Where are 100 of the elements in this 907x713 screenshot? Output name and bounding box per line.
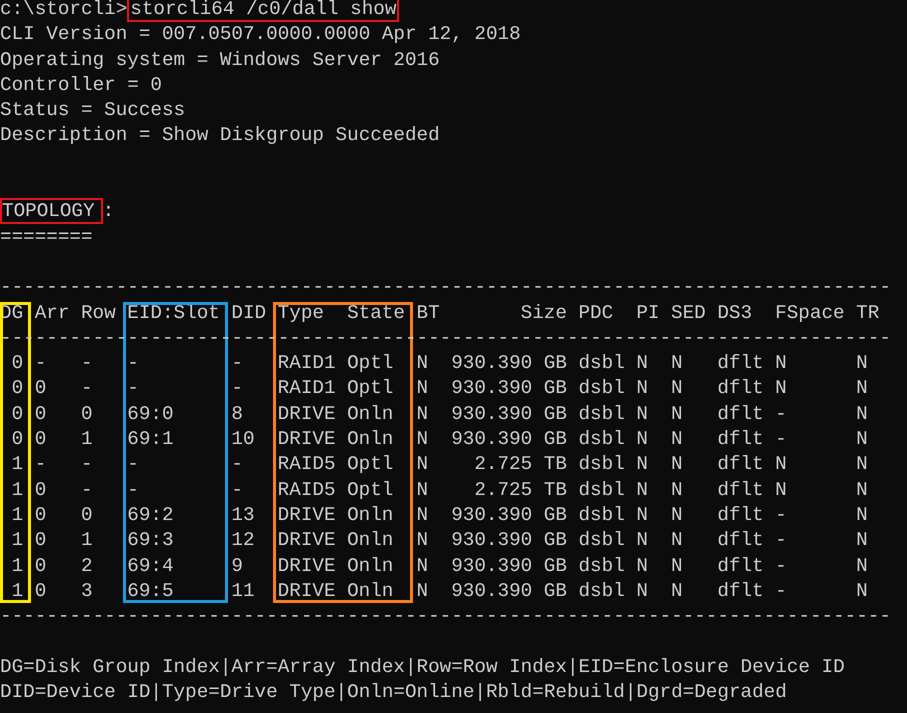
table-cell: dsbl [578,504,625,526]
table-cell: 0 [34,377,46,400]
column-header: State [347,302,405,324]
table-cell: N [775,377,787,400]
section-underline: ======== [0,226,93,248]
table-rule: ----------------------------------------------------------------------------- [0,276,891,298]
table-cell: 0 [34,580,46,602]
column-header: DID [231,302,266,324]
table-rule: ----------------------------------------------------------------------------- [0,605,891,628]
table-cell: 1 [12,453,24,476]
table-cell: N [416,428,428,450]
section-title: TOPOLOGY [0,198,103,224]
table-cell: dflt [717,352,764,374]
table-cell: 930.390 GB [451,554,567,577]
table-cell: N [416,478,428,501]
table-cell: 0 [34,402,46,425]
table-cell: Onln [347,428,394,450]
table-cell: N [671,478,683,501]
table-cell: Optl [347,478,394,501]
table-cell: - [127,377,139,400]
table-cell: N [636,580,648,602]
table-cell: N [856,504,868,526]
table-cell: DRIVE [278,580,336,602]
table-cell: N [856,554,868,577]
table-cell: dflt [717,478,764,501]
table-cell: DRIVE [278,554,336,577]
table-cell: N [671,529,683,552]
table-cell: 2 [80,554,93,577]
table-cell: N [856,529,868,552]
table-cell: N [856,580,868,602]
column-header: Size [520,302,567,324]
table-cell: Optl [347,352,394,374]
table-cell: Onln [347,580,394,602]
table-cell: dsbl [578,402,625,425]
table-cell: N [671,352,683,374]
table-cell: N [856,428,868,450]
table-cell: 0 [34,478,46,501]
table-cell: N [416,453,428,476]
table-cell: 69:4 [127,554,174,577]
table-cell: dflt [717,453,764,476]
table-cell: - [231,377,243,400]
table-cell: N [856,453,868,476]
table-cell: DRIVE [278,529,336,552]
table-cell: 0 [12,428,24,450]
table-cell: N [856,402,868,425]
table-cell: 930.390 GB [451,580,567,602]
column-header: Row [80,302,116,324]
table-cell: N [636,377,648,400]
table-cell: dsbl [578,377,625,400]
legend-line: DID=Device ID|Type=Drive Type|Onln=Online|Rbld=Rebuild|Dgrd=Degraded [0,681,787,704]
table-cell: N [775,478,787,501]
table-cell: N [775,352,787,374]
table-cell: - [775,554,787,577]
table-cell: dflt [717,377,764,400]
table-cell: - [34,453,46,476]
section-colon: : [102,200,114,222]
table-cell: 10 [231,428,255,450]
column-header: SED [671,302,706,324]
table-cell: N [416,529,428,552]
table-cell: 12 [231,529,255,552]
table-cell: dflt [717,554,764,577]
table-cell: DRIVE [278,428,336,450]
table-cell: - [231,352,243,374]
table-cell: dflt [717,402,764,425]
table-cell: N [636,529,648,552]
table-cell: dflt [717,529,764,552]
table-cell: 2.725 TB [474,478,567,501]
table-cell: - [231,478,243,501]
table-cell: - [775,529,787,552]
table-cell: - [775,580,787,602]
table-cell: 3 [80,580,93,602]
table-cell: 69:3 [127,529,174,552]
output-line: Status = Success [0,99,186,122]
table-cell: DRIVE [278,504,336,526]
table-cell: N [416,504,428,526]
column-header: FSpace [775,302,845,324]
table-cell: 930.390 GB [451,504,567,526]
table-cell: N [856,377,868,400]
table-cell: Onln [347,402,394,425]
table-cell: N [671,453,683,476]
table-cell: 930.390 GB [451,529,567,552]
table-cell: DRIVE [278,402,336,425]
table-cell: 0 [12,352,24,374]
table-cell: - [127,453,139,476]
table-cell: - [127,478,139,501]
table-cell: 930.390 GB [451,377,567,400]
output-line: Description = Show Diskgroup Succeeded [0,124,440,146]
table-cell: N [636,478,648,501]
table-cell: - [80,478,93,501]
table-cell: Onln [347,504,394,526]
table-cell: - [34,352,46,374]
table-cell: 1 [12,504,24,526]
table-cell: N [636,453,648,476]
table-cell: - [775,402,787,425]
table-cell: - [80,453,93,476]
table-cell: 69:5 [127,580,174,602]
table-cell: dsbl [578,453,625,476]
table-cell: 69:0 [127,402,174,425]
table-cell: 1 [12,580,24,602]
table-cell: RAID5 [278,453,336,476]
